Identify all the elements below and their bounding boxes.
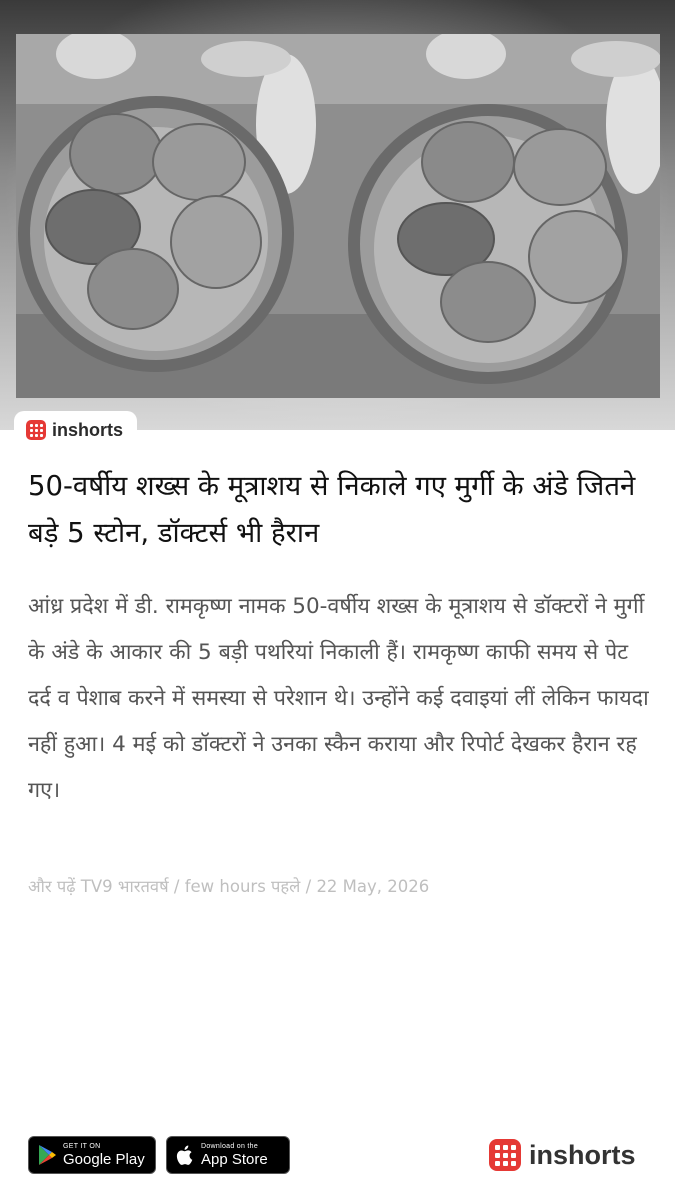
footer-brand: inshorts <box>489 1136 636 1174</box>
inshorts-tag: inshorts <box>14 411 138 449</box>
google-play-button[interactable]: GET IT ON Google Play <box>28 1136 156 1174</box>
google-play-icon <box>39 1145 56 1165</box>
app-store-small-label: Download on the <box>201 1143 259 1150</box>
article-source-line[interactable]: और पढ़ें TV9 भारतवर्ष / few hours पहले /… <box>28 874 648 897</box>
separator: / <box>173 877 180 896</box>
time-ago: few hours पहले <box>184 877 301 896</box>
footer-brand-name: inshorts <box>529 1139 636 1170</box>
google-play-small-label: GET IT ON <box>63 1143 101 1150</box>
read-more-prefix: और पढ़ें <box>28 877 76 896</box>
hero-image <box>0 0 675 430</box>
stones-photo-left <box>16 34 316 398</box>
app-store-label: App Store <box>201 1151 268 1168</box>
google-play-label: Google Play <box>63 1151 145 1168</box>
source-name[interactable]: TV9 भारतवर्ष <box>81 877 169 896</box>
separator: / <box>305 877 312 896</box>
article-date: 22 May, 2026 <box>316 877 430 896</box>
article-body: आंध्र प्रदेश में डी. रामकृष्ण नामक 50-वर… <box>28 594 649 803</box>
stones-photo-right <box>316 34 660 398</box>
brand-name: inshorts <box>52 419 124 440</box>
app-store-button[interactable]: Download on the App Store <box>166 1136 290 1174</box>
apple-icon <box>176 1145 193 1165</box>
inshorts-logo-icon <box>489 1139 521 1171</box>
article-headline: 50-वर्षीय शख्स के मूत्राशय से निकाले गए … <box>28 470 636 549</box>
inshorts-logo-icon <box>26 420 46 440</box>
